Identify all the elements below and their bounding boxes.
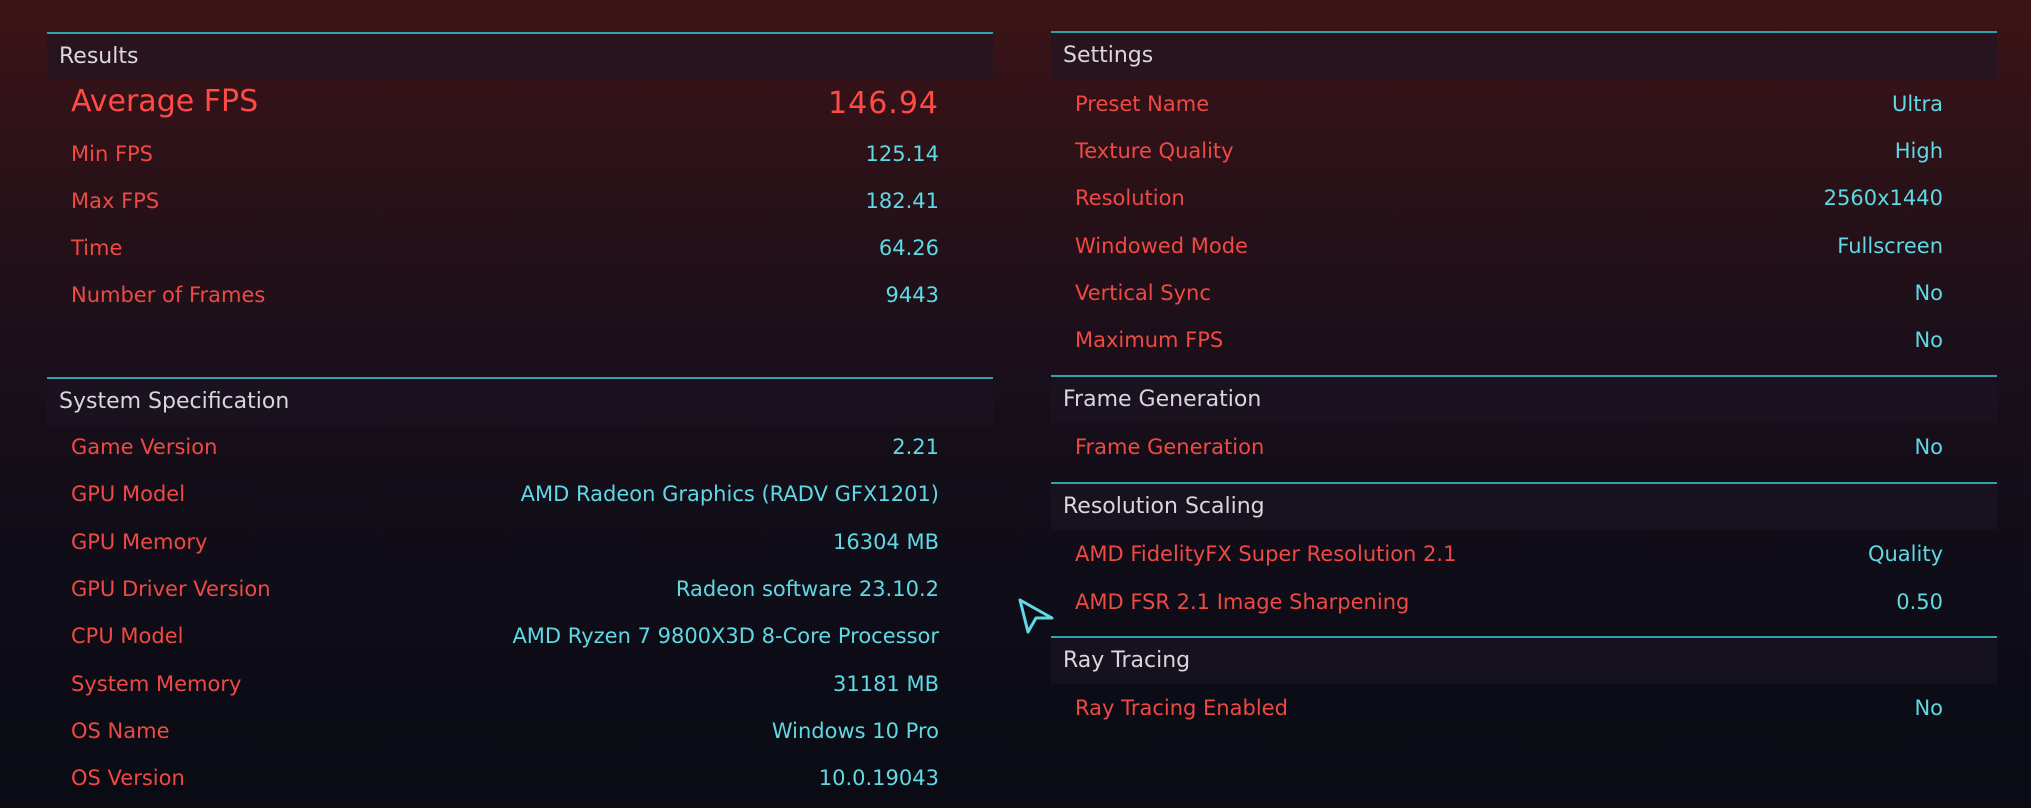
table-row: GPU Driver Version Radeon software 23.10… [47,569,993,609]
row-label: Ray Tracing Enabled [1075,696,1288,720]
table-row: Ray Tracing Enabled No [1051,688,1997,728]
table-row: CPU Model AMD Ryzen 7 9800X3D 8-Core Pro… [47,616,993,656]
average-fps-label: Average FPS [71,84,259,119]
table-row: Texture Quality High [1051,131,1997,171]
results-header: Results [47,32,993,80]
row-label: OS Version [71,766,185,790]
average-fps-row: Average FPS 146.94 [47,82,993,122]
row-value: Ultra [1892,92,1943,116]
settings-header: Settings [1051,31,1997,79]
row-value: AMD Radeon Graphics (RADV GFX1201) [520,482,939,506]
row-label: Vertical Sync [1075,281,1211,305]
row-label: CPU Model [71,624,184,648]
system-spec-title: System Specification [59,389,290,414]
row-label: Max FPS [71,189,160,213]
row-value: 31181 MB [832,672,939,696]
table-row: Preset Name Ultra [1051,84,1997,124]
row-value: 2560x1440 [1823,186,1943,210]
row-value: Fullscreen [1837,234,1943,258]
table-row: OS Name Windows 10 Pro [47,711,993,751]
arrow-cursor-icon [1018,598,1054,634]
row-label: GPU Memory [71,530,208,554]
settings-title: Settings [1063,43,1154,68]
row-value: No [1914,328,1943,352]
table-row: Time 64.26 [47,228,993,268]
table-row: AMD FSR 2.1 Image Sharpening 0.50 [1051,582,1997,622]
row-label: OS Name [71,719,170,743]
table-row: System Memory 31181 MB [47,664,993,704]
row-value: 0.50 [1896,590,1943,614]
table-row: Game Version 2.21 [47,427,993,467]
row-value: 64.26 [878,236,939,260]
table-row: Maximum FPS No [1051,320,1997,360]
ray-tracing-title: Ray Tracing [1063,648,1191,673]
row-label: Texture Quality [1075,139,1234,163]
table-row: GPU Model AMD Radeon Graphics (RADV GFX1… [47,474,993,514]
row-value: High [1894,139,1943,163]
row-value: Windows 10 Pro [771,719,939,743]
row-value: 125.14 [865,142,939,166]
row-label: System Memory [71,672,242,696]
row-label: Frame Generation [1075,435,1265,459]
frame-generation-title: Frame Generation [1063,387,1262,412]
row-value: Quality [1867,542,1943,566]
row-value: AMD Ryzen 7 9800X3D 8-Core Processor [512,624,939,648]
row-label: AMD FSR 2.1 Image Sharpening [1075,590,1410,614]
row-value: No [1914,696,1943,720]
row-value: 182.41 [865,189,939,213]
table-row: Min FPS 125.14 [47,134,993,174]
row-label: Time [71,236,123,260]
table-row: Number of Frames 9443 [47,275,993,315]
row-value: 16304 MB [832,530,939,554]
row-label: Preset Name [1075,92,1210,116]
row-value: 9443 [885,283,939,307]
table-row: Max FPS 182.41 [47,181,993,221]
results-title: Results [59,44,139,69]
row-value: 10.0.19043 [818,766,939,790]
table-row: Resolution 2560x1440 [1051,178,1997,218]
resolution-scaling-title: Resolution Scaling [1063,494,1265,519]
left-panel: Results Average FPS 146.94 Min FPS 125.1… [47,32,993,808]
average-fps-value: 146.94 [828,86,939,121]
row-label: GPU Driver Version [71,577,271,601]
table-row: Vertical Sync No [1051,273,1997,313]
table-row: Windowed Mode Fullscreen [1051,226,1997,266]
system-spec-header: System Specification [47,377,993,425]
row-value: No [1914,435,1943,459]
row-label: Game Version [71,435,218,459]
row-label: Min FPS [71,142,154,166]
table-row: GPU Memory 16304 MB [47,522,993,562]
table-row: AMD FidelityFX Super Resolution 2.1 Qual… [1051,534,1997,574]
frame-generation-header: Frame Generation [1051,375,1997,423]
right-panel: Settings Preset Name Ultra Texture Quali… [1051,31,1997,731]
row-value: 2.21 [892,435,939,459]
row-label: GPU Model [71,482,186,506]
resolution-scaling-header: Resolution Scaling [1051,482,1997,530]
ray-tracing-header: Ray Tracing [1051,636,1997,684]
row-label: Number of Frames [71,283,266,307]
row-label: Resolution [1075,186,1185,210]
row-label: Windowed Mode [1075,234,1248,258]
row-label: AMD FidelityFX Super Resolution 2.1 [1075,542,1457,566]
table-row: OS Version 10.0.19043 [47,758,993,798]
table-row: Frame Generation No [1051,427,1997,467]
row-label: Maximum FPS [1075,328,1224,352]
row-value: No [1914,281,1943,305]
row-value: Radeon software 23.10.2 [675,577,939,601]
